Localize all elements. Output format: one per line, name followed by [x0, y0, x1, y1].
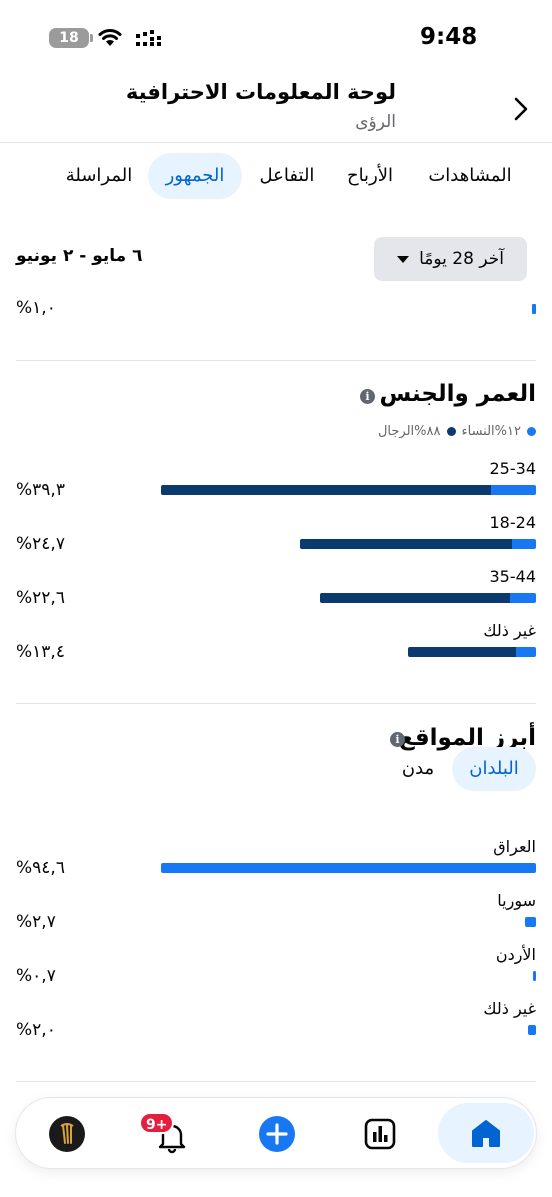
avatar[interactable]	[49, 1116, 85, 1152]
section-divider	[16, 1081, 536, 1082]
age-bar-women-segment	[516, 647, 536, 657]
age-bar	[161, 485, 536, 495]
toggle-cities[interactable]: مدن	[388, 747, 448, 791]
avatar-image	[60, 1123, 74, 1144]
location-bar	[533, 971, 536, 981]
date-range-dropdown-label: آخر 28 يومًا	[419, 249, 504, 269]
age-bar-men-segment	[320, 593, 510, 603]
plus-icon[interactable]	[258, 1115, 296, 1153]
age-row-percent: ٢٢,٦%	[16, 588, 65, 608]
age-row-percent: ٢٤,٧%	[16, 534, 65, 554]
tab-messaging[interactable]: المراسلة	[56, 153, 142, 199]
date-range-dropdown[interactable]: آخر 28 يومًا	[374, 237, 527, 281]
age-bar	[320, 593, 536, 603]
back-chevron-icon[interactable]	[508, 94, 534, 124]
toggle-countries[interactable]: البلدان	[452, 747, 536, 791]
tab-views[interactable]: المشاهدات	[414, 153, 526, 199]
age-row-percent: ١٣,٤%	[16, 642, 65, 662]
age-gender-title: العمر والجنس	[379, 381, 536, 407]
age-bar-women-segment	[512, 539, 536, 549]
nav-home-button[interactable]	[438, 1103, 534, 1163]
info-icon[interactable]: i	[360, 389, 375, 404]
location-row-label: سوريا	[497, 891, 536, 910]
location-bar	[525, 917, 536, 927]
tab-engagement[interactable]: التفاعل	[248, 153, 326, 199]
location-row-label: الأردن	[495, 945, 536, 964]
info-icon[interactable]: i	[390, 732, 405, 747]
section-divider	[16, 360, 536, 361]
age-bar-men-segment	[300, 539, 512, 549]
legend-women-label: ١٢%النساء	[461, 424, 522, 439]
notifications-badge: 9+	[139, 1112, 175, 1134]
age-row-label: 25-34	[489, 459, 537, 478]
header-divider	[0, 142, 552, 143]
date-range-text: ٦ مايو - ٢ يونيو	[16, 246, 143, 266]
men-legend-dot	[446, 427, 456, 436]
partial-row-percent: ١,٠%	[16, 298, 56, 318]
location-row-percent: ٠,٧%	[16, 966, 56, 986]
age-row-label: غير ذلك	[483, 621, 536, 640]
age-bar-women-segment	[510, 593, 536, 603]
location-bar	[528, 1025, 536, 1035]
location-bar	[161, 863, 536, 873]
wifi-icon	[98, 29, 122, 46]
age-gender-legend: ١٢%النساء ٨٨%الرجال	[378, 424, 536, 439]
location-row-label: غير ذلك	[483, 999, 536, 1018]
page-subtitle: الرؤى	[355, 112, 396, 132]
status-time: 9:48	[420, 24, 478, 50]
age-bar	[300, 539, 536, 549]
tab-audience[interactable]: الجمهور	[148, 153, 242, 199]
age-bar-men-segment	[408, 647, 516, 657]
age-bar-women-segment	[491, 485, 536, 495]
location-row-percent: ٢,٧%	[16, 912, 56, 932]
caret-down-icon	[397, 255, 410, 263]
page-title: لوحة المعلومات الاحترافية	[125, 80, 396, 104]
battery-icon: 18	[49, 28, 93, 48]
age-row-label: 35-44	[489, 567, 537, 586]
women-legend-dot	[527, 427, 536, 436]
age-bar-men-segment	[161, 485, 491, 495]
home-icon	[472, 1120, 500, 1147]
age-bar	[408, 647, 536, 657]
partial-row-bar	[532, 304, 536, 314]
age-row-label: 18-24	[489, 513, 537, 532]
legend-men-label: ٨٨%الرجال	[377, 424, 441, 439]
tab-earnings[interactable]: الأرباح	[334, 153, 406, 199]
age-row-percent: ٣٩,٣%	[16, 480, 65, 500]
location-row-label: العراق	[493, 837, 536, 856]
insights-icon[interactable]	[362, 1116, 398, 1152]
location-row-percent: ٩٤,٦%	[16, 858, 65, 878]
signal-icon	[136, 30, 161, 46]
location-row-percent: ٢,٠%	[16, 1020, 56, 1040]
section-divider	[16, 703, 536, 704]
